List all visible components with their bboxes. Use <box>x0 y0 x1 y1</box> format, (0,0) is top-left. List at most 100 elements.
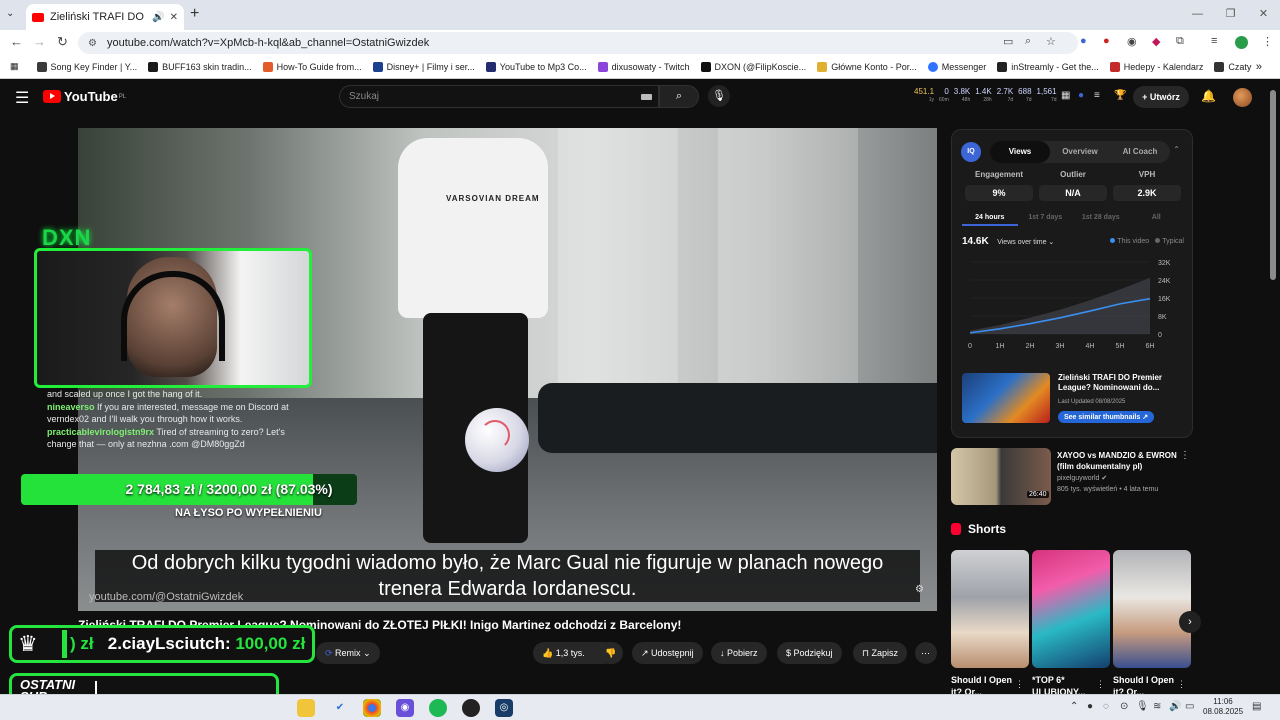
player-settings-icon[interactable]: ⚙ <box>915 584 924 595</box>
wifi-icon[interactable]: ≋ <box>1153 701 1161 712</box>
bookmark-item[interactable]: Disney+ | Filmy i ser... <box>372 61 475 72</box>
bookmark-item[interactable]: inStreamly - Get the... <box>997 61 1099 72</box>
kebab-menu-icon[interactable]: ⋮ <box>1180 450 1190 461</box>
list-icon[interactable]: ≡ <box>1094 90 1100 101</box>
hamburger-menu-icon[interactable]: ☰ <box>15 88 29 108</box>
profile-icon[interactable] <box>1235 36 1248 49</box>
system-clock[interactable]: 11:06 08.08.2025 <box>1203 697 1243 717</box>
download-button[interactable]: ↓ Pobierz <box>711 642 767 664</box>
tab-views[interactable]: Views <box>990 141 1050 163</box>
youtube-logo[interactable]: YouTube PL <box>43 89 126 104</box>
microphone-icon[interactable]: 🎙 <box>1136 701 1149 712</box>
new-tab-icon[interactable]: + <box>190 5 199 23</box>
reading-list-icon[interactable]: ≡ <box>1211 35 1217 47</box>
steam-icon[interactable]: ◎ <box>495 699 513 717</box>
range-24h[interactable]: 24 hours <box>962 214 1018 226</box>
site-info-icon[interactable]: ⚙ <box>88 38 97 49</box>
trophy-icon[interactable]: 🏆 <box>1114 90 1126 101</box>
short-title[interactable]: Should I Open it? Or... <box>951 674 1013 696</box>
close-window-icon[interactable]: ✕ <box>1247 0 1280 28</box>
search-button[interactable]: ⌕ <box>659 85 699 108</box>
extension-icon[interactable]: ◉ <box>1127 35 1137 48</box>
obs-icon[interactable] <box>462 699 480 717</box>
recommended-channel[interactable]: pixelguyworld ✔ <box>1057 474 1107 482</box>
range-7d[interactable]: 1st 7 days <box>1018 214 1074 226</box>
cast-icon[interactable]: ▭ <box>1003 35 1013 48</box>
back-icon[interactable]: ← <box>10 34 23 49</box>
extension-shield-icon[interactable]: ◆ <box>1152 35 1160 48</box>
recommended-title[interactable]: XAYOO vs MANDZIO & EWRON (film dokumenta… <box>1057 450 1183 472</box>
reload-icon[interactable]: ↻ <box>57 34 68 50</box>
short-thumbnail[interactable] <box>1032 550 1110 668</box>
avatar[interactable] <box>1233 88 1252 107</box>
extension-vidiq-icon[interactable]: ● <box>1080 35 1087 47</box>
notifications-bell-icon[interactable]: 🔔 <box>1201 89 1216 103</box>
minimize-icon[interactable]: — <box>1181 0 1214 28</box>
discord-icon[interactable]: ◉ <box>396 699 414 717</box>
zoom-icon[interactable]: ⌕ <box>1025 35 1031 48</box>
bookmark-item[interactable]: BUFF163 skin tradin... <box>148 61 252 72</box>
short-title[interactable]: Should I Open it? Or... <box>1113 674 1175 696</box>
kebab-menu-icon[interactable]: ⋮ <box>1015 679 1024 690</box>
views-mode-dropdown[interactable]: Views over time ⌄ <box>997 239 1054 246</box>
page-scrollbar[interactable] <box>1270 90 1276 280</box>
tray-app-icon[interactable]: ◌ <box>1103 701 1109 712</box>
vidiq-settings-icon[interactable]: ▦ <box>1061 90 1070 101</box>
bookmark-item[interactable]: Czaty <box>1214 61 1251 72</box>
notifications-icon[interactable]: ▤ <box>1252 701 1261 712</box>
bookmark-item[interactable]: How-To Guide from... <box>262 61 362 72</box>
similar-thumbnails-button[interactable]: See similar thumbnails ↗ <box>1058 411 1155 423</box>
short-thumbnail[interactable] <box>1113 550 1191 668</box>
volume-icon[interactable]: 🔊 <box>1169 701 1181 712</box>
tray-app-icon[interactable]: ⊙ <box>1120 701 1128 712</box>
range-28d[interactable]: 1st 28 days <box>1073 214 1129 226</box>
file-explorer-icon[interactable] <box>297 699 315 717</box>
share-button[interactable]: ↗ Udostępnij <box>632 642 703 664</box>
extension-red-icon[interactable]: ● <box>1103 35 1110 47</box>
battery-icon[interactable]: ▭ <box>1185 701 1194 712</box>
tab-overview[interactable]: Overview <box>1050 141 1110 163</box>
range-all[interactable]: All <box>1129 214 1185 226</box>
next-arrow-icon[interactable]: › <box>1179 611 1201 633</box>
dislike-button[interactable]: 👎 <box>598 642 623 664</box>
bookmark-item[interactable]: DXON (@FilipKoscie... <box>700 61 806 72</box>
collapse-icon[interactable]: ⌃ <box>1173 145 1180 154</box>
vidiq-logo-icon[interactable]: ● <box>1078 90 1084 101</box>
recommended-video[interactable]: 26:40 XAYOO vs MANDZIO & EWRON (film dok… <box>951 448 1193 505</box>
more-bookmarks-icon[interactable]: » <box>1256 61 1262 73</box>
save-button[interactable]: ⊓ Zapisz <box>853 642 908 664</box>
short-title[interactable]: *TOP 6* ULUBIONY... <box>1032 674 1094 696</box>
extensions-puzzle-icon[interactable]: ⧉ <box>1176 35 1184 48</box>
bookmark-item[interactable]: dixusowaty - Twitch <box>597 61 690 72</box>
speaker-icon[interactable]: 🔊 <box>152 12 164 23</box>
todo-check-icon[interactable]: ✔ <box>331 699 349 717</box>
short-thumbnail[interactable] <box>951 550 1029 668</box>
thanks-button[interactable]: $ Podziękuj <box>777 642 842 664</box>
remix-button[interactable]: ⟳ Remix ⌄ <box>316 642 380 664</box>
tray-chevron-icon[interactable]: ⌃ <box>1070 701 1078 712</box>
search-input[interactable]: Szukaj <box>339 85 659 108</box>
kebab-menu-icon[interactable]: ⋮ <box>1177 679 1186 690</box>
tab-ai-coach[interactable]: AI Coach <box>1110 141 1170 163</box>
menu-kebab-icon[interactable]: ⋮ <box>1262 35 1273 48</box>
spotify-icon[interactable] <box>429 699 447 717</box>
bookmark-item[interactable]: YouTube to Mp3 Co... <box>485 61 587 72</box>
tray-app-icon[interactable]: ● <box>1087 701 1093 712</box>
forward-icon[interactable]: → <box>33 34 46 49</box>
kebab-menu-icon[interactable]: ⋮ <box>1096 679 1105 690</box>
url-bar[interactable]: ⚙ youtube.com/watch?v=XpMcb-h-kql&ab_cha… <box>78 32 1078 54</box>
tab-search-icon[interactable]: ⌄ <box>6 8 14 19</box>
bookmark-star-icon[interactable]: ☆ <box>1046 35 1056 48</box>
apps-icon[interactable]: ▦ <box>10 61 19 72</box>
keyboard-icon[interactable] <box>641 94 652 100</box>
browser-tab[interactable]: Zieliński TRAFI DO Premier League? Nomin… <box>26 4 184 30</box>
voice-search-icon[interactable]: 🎙 <box>708 85 730 107</box>
bookmark-item[interactable]: Song Key Finder | Y... <box>36 61 137 72</box>
bookmark-item[interactable]: Główne Konto - Por... <box>817 61 917 72</box>
create-button[interactable]: + Utwórz <box>1133 86 1189 108</box>
bookmark-item[interactable]: Hedepy - Kalendarz <box>1109 61 1203 72</box>
chrome-icon[interactable] <box>363 699 381 717</box>
bookmark-item[interactable]: Messenger <box>927 61 986 72</box>
restore-icon[interactable]: ❐ <box>1214 0 1247 28</box>
more-actions-button[interactable]: ⋯ <box>915 642 937 664</box>
